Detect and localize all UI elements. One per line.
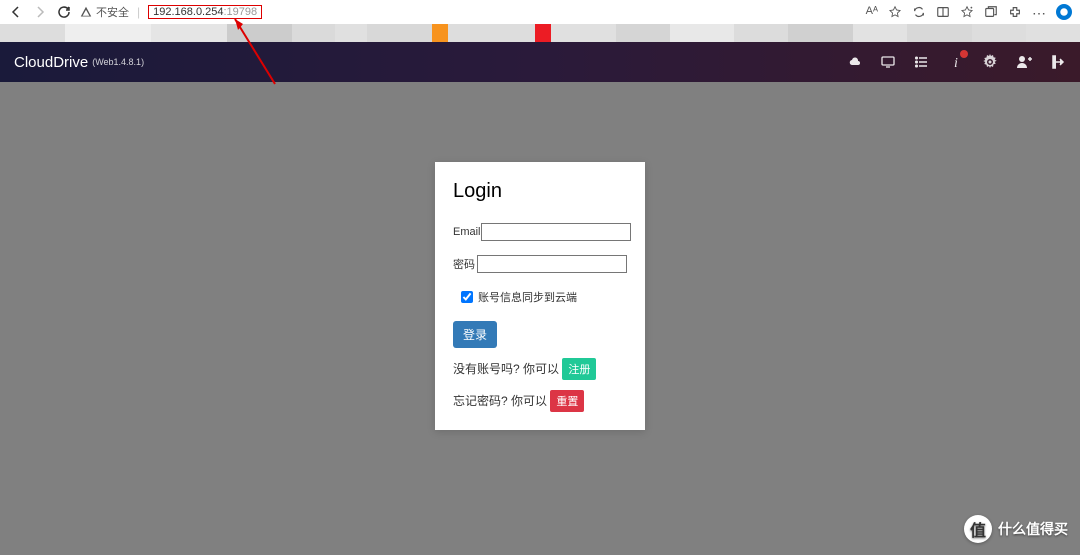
divider: | [137,5,140,19]
info-icon[interactable]: i [948,54,964,70]
password-row: 密码 [453,255,627,273]
login-card: Login Email 密码 账号信息同步到云端 登录 没有账号吗? 你可以 注… [435,162,645,430]
back-button[interactable] [8,4,24,20]
password-field[interactable] [477,255,627,273]
sync-label: 账号信息同步到云端 [478,289,577,305]
app-header: CloudDrive (Web1.4.8.1) i [0,42,1080,82]
insecure-label: 不安全 [96,4,129,20]
svg-text:i: i [954,56,958,70]
notification-badge [960,50,968,58]
watermark-badge: 值 [964,515,992,543]
security-indicator[interactable]: 不安全 [80,4,129,20]
favorites-icon[interactable] [960,5,974,19]
browser-toolbar: 不安全 | 192.168.0.254:19798 Aᴬ ⋯ [0,0,1080,24]
forgot-text: 忘记密码? 你可以 [453,394,550,408]
email-field[interactable] [481,223,631,241]
content-area: Login Email 密码 账号信息同步到云端 登录 没有账号吗? 你可以 注… [0,82,1080,555]
more-icon[interactable]: ⋯ [1032,5,1046,19]
watermark-text: 什么值得买 [998,519,1068,539]
collections-icon[interactable] [984,5,998,19]
sync-icon[interactable] [912,5,926,19]
app-title: CloudDrive [14,54,88,71]
color-strip [0,24,1080,42]
copilot-icon[interactable] [1056,4,1072,20]
browser-actions: Aᴬ ⋯ [866,4,1072,20]
reset-button[interactable]: 重置 [550,390,584,412]
email-row: Email [453,223,627,241]
text-size-icon[interactable]: Aᴬ [866,5,878,19]
reset-line: 忘记密码? 你可以 重置 [453,390,627,412]
extensions-icon[interactable] [1008,5,1022,19]
url-ip: 192.168.0.254 [153,6,223,18]
settings-icon[interactable] [982,54,998,70]
login-button[interactable]: 登录 [453,321,497,348]
register-line: 没有账号吗? 你可以 注册 [453,358,627,380]
star-icon[interactable] [888,5,902,19]
refresh-button[interactable] [56,4,72,20]
register-button[interactable]: 注册 [562,358,596,380]
url-port: :19798 [223,6,257,18]
monitor-icon[interactable] [880,54,896,70]
no-account-text: 没有账号吗? 你可以 [453,362,562,376]
cloud-icon[interactable] [846,54,862,70]
list-icon[interactable] [914,54,930,70]
watermark: 值 什么值得买 [964,515,1068,543]
email-label: Email [453,226,481,238]
login-title: Login [453,180,627,203]
app-version: (Web1.4.8.1) [92,57,144,67]
sync-row: 账号信息同步到云端 [461,289,627,305]
url-box[interactable]: 192.168.0.254:19798 [148,5,262,19]
forward-button[interactable] [32,4,48,20]
split-icon[interactable] [936,5,950,19]
app-toolbar: i [846,54,1066,70]
add-user-icon[interactable] [1016,54,1032,70]
sync-checkbox[interactable] [461,291,473,303]
logout-icon[interactable] [1050,54,1066,70]
password-label: 密码 [453,256,477,272]
